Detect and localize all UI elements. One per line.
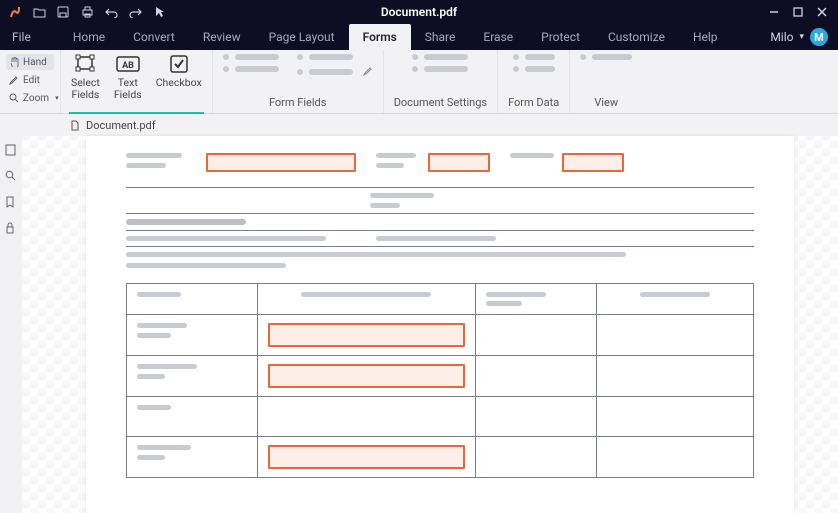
page bbox=[86, 136, 794, 513]
left-tool-column: Hand Edit Zoom ▾ bbox=[0, 50, 60, 113]
canvas[interactable] bbox=[22, 136, 838, 513]
search-icon[interactable] bbox=[5, 170, 17, 182]
tab-help[interactable]: Help bbox=[679, 24, 732, 50]
pointer-icon[interactable] bbox=[152, 5, 166, 19]
user-name: Milo bbox=[770, 30, 793, 44]
titlebar: Document.pdf bbox=[0, 0, 838, 24]
btn-text-fields[interactable]: AB Text Fields bbox=[114, 54, 142, 100]
close-icon[interactable] bbox=[816, 6, 828, 18]
tab-home[interactable]: Home bbox=[59, 24, 119, 50]
text-field[interactable] bbox=[562, 153, 624, 172]
maximize-icon[interactable] bbox=[792, 6, 804, 18]
tab-review[interactable]: Review bbox=[189, 24, 255, 50]
ribbon-group-form-data: Form Data bbox=[497, 50, 569, 113]
window-title: Document.pdf bbox=[381, 5, 457, 19]
form-table bbox=[126, 283, 754, 478]
fd-option-1[interactable] bbox=[513, 54, 555, 72]
ff-option-2[interactable] bbox=[297, 54, 373, 79]
tool-edit-label: Edit bbox=[23, 75, 40, 86]
document-tab[interactable]: Document.pdf bbox=[70, 119, 156, 132]
ribbon-group-view: View bbox=[569, 50, 642, 113]
svg-text:AB: AB bbox=[122, 61, 134, 71]
document-tab-strip: Document.pdf bbox=[0, 114, 838, 136]
bookmark-icon[interactable] bbox=[5, 196, 17, 208]
undo-icon[interactable] bbox=[104, 5, 118, 19]
folder-open-icon[interactable] bbox=[32, 5, 46, 19]
text-field[interactable] bbox=[268, 445, 465, 469]
btn-checkbox-label: Checkbox bbox=[156, 77, 202, 89]
file-icon bbox=[70, 120, 81, 131]
ribbon-group-doc-settings: Document Settings bbox=[383, 50, 497, 113]
tab-page-layout[interactable]: Page Layout bbox=[255, 24, 349, 50]
magnifier-icon bbox=[9, 93, 19, 103]
text-field[interactable] bbox=[268, 323, 465, 347]
btn-select-fields-label: Select Fields bbox=[71, 77, 100, 100]
print-icon[interactable] bbox=[80, 5, 94, 19]
btn-checkbox[interactable]: Checkbox bbox=[156, 54, 202, 89]
menu-tabs: Home Convert Review Page Layout Forms Sh… bbox=[59, 24, 732, 50]
pencil-icon bbox=[363, 66, 373, 79]
ds-option-1[interactable] bbox=[412, 54, 468, 72]
chevron-down-icon: ▾ bbox=[55, 94, 59, 102]
tool-hand-label: Hand bbox=[23, 57, 47, 68]
ribbon-group-form-fields-label: Form Fields bbox=[269, 96, 327, 111]
edit-icon bbox=[9, 75, 19, 85]
document-tab-label: Document.pdf bbox=[86, 119, 156, 132]
redo-icon[interactable] bbox=[128, 5, 142, 19]
tool-hand[interactable]: Hand bbox=[6, 54, 54, 70]
text-field[interactable] bbox=[206, 153, 356, 172]
lock-icon[interactable] bbox=[5, 222, 17, 234]
btn-select-fields[interactable]: Select Fields bbox=[71, 54, 100, 100]
chevron-down-icon: ▾ bbox=[799, 32, 804, 42]
tab-erase[interactable]: Erase bbox=[469, 24, 527, 50]
ribbon-group-field-tools: Select Fields AB Text Fields Checkbox bbox=[60, 50, 212, 113]
ribbon: Hand Edit Zoom ▾ Select Fields AB bbox=[0, 50, 838, 114]
tab-convert[interactable]: Convert bbox=[119, 24, 189, 50]
btn-text-fields-label: Text Fields bbox=[114, 77, 142, 100]
save-icon[interactable] bbox=[56, 5, 70, 19]
ribbon-group-doc-settings-label: Document Settings bbox=[394, 96, 487, 111]
text-field[interactable] bbox=[428, 153, 490, 172]
tool-zoom[interactable]: Zoom ▾ bbox=[6, 90, 54, 106]
tool-zoom-label: Zoom bbox=[23, 93, 49, 104]
crop-icon bbox=[73, 54, 97, 74]
text-field[interactable] bbox=[268, 364, 465, 388]
ff-option-1[interactable] bbox=[223, 54, 279, 72]
ab-box-icon: AB bbox=[116, 54, 140, 74]
ribbon-group-form-data-label: Form Data bbox=[508, 96, 559, 111]
ribbon-group-view-label: View bbox=[594, 96, 618, 111]
tab-share[interactable]: Share bbox=[411, 24, 470, 50]
tool-edit[interactable]: Edit bbox=[6, 72, 54, 88]
menu-file[interactable]: File bbox=[0, 24, 43, 50]
menubar: File Home Convert Review Page Layout For… bbox=[0, 24, 838, 50]
left-rail bbox=[0, 136, 22, 513]
minimize-icon[interactable] bbox=[768, 6, 780, 18]
checkbox-icon bbox=[167, 54, 191, 74]
tab-protect[interactable]: Protect bbox=[527, 24, 594, 50]
tab-customize[interactable]: Customize bbox=[594, 24, 679, 50]
page-icon[interactable] bbox=[5, 144, 17, 156]
app-icon bbox=[8, 5, 22, 19]
hand-icon bbox=[9, 57, 19, 67]
avatar: M bbox=[810, 28, 828, 46]
ribbon-group-form-fields: Form Fields bbox=[212, 50, 383, 113]
workspace bbox=[0, 136, 838, 513]
view-option-1[interactable] bbox=[580, 54, 632, 60]
tab-forms[interactable]: Forms bbox=[349, 24, 411, 50]
user-menu[interactable]: Milo ▾ M bbox=[770, 28, 838, 46]
